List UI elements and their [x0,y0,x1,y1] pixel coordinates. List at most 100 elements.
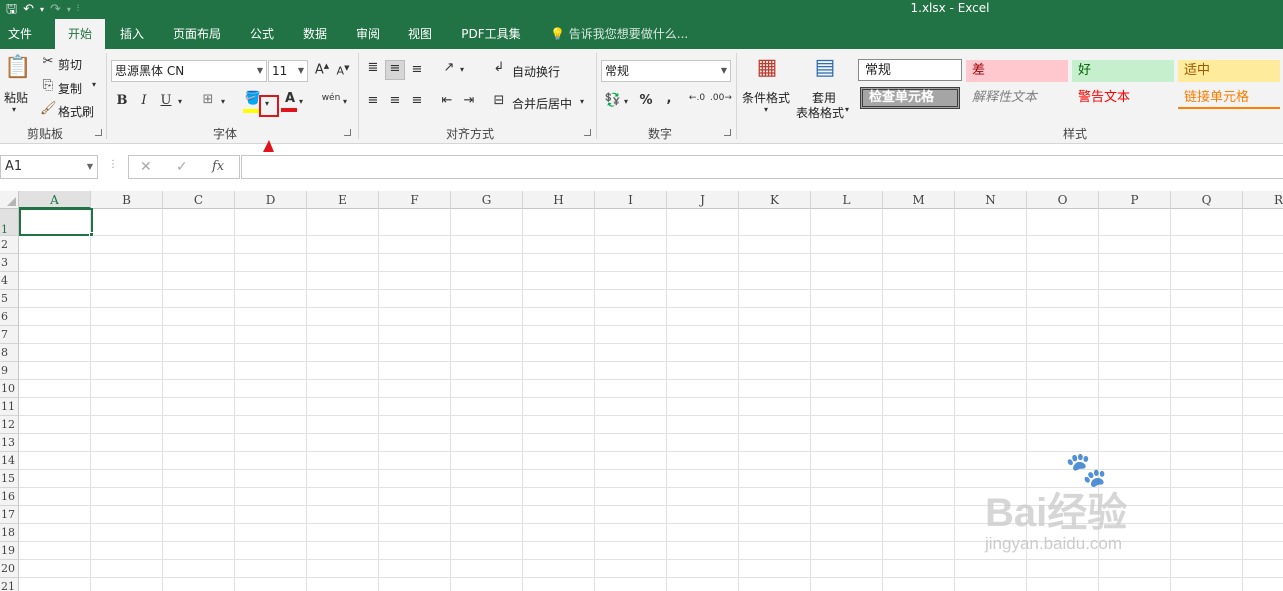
format-painter-button[interactable]: 格式刷 [58,103,94,120]
column-header[interactable]: A [19,191,91,209]
italic-button[interactable]: I [137,93,151,108]
tab-page-layout[interactable]: 页面布局 [166,19,228,49]
select-all-corner[interactable] [0,191,19,209]
row-header[interactable]: 17 [0,506,19,524]
redo-icon[interactable]: ↷ [50,0,61,19]
percent-button[interactable]: % [638,93,654,108]
column-header[interactable]: I [595,191,667,209]
copy-dropdown-icon[interactable]: ▾ [92,80,96,89]
align-middle-icon[interactable]: ≡ [385,60,405,80]
row-header[interactable]: 9 [0,362,19,380]
number-format-combo[interactable]: 常规 ▼ [601,60,731,82]
undo-icon[interactable]: ↶ [23,0,34,19]
paste-button[interactable]: 粘贴 [4,89,28,106]
row-header[interactable]: 16 [0,488,19,506]
orientation-icon[interactable]: ↗ [440,60,458,75]
currency-dropdown-icon[interactable]: ▾ [624,97,628,106]
increase-font-icon[interactable]: A▲ [314,62,330,77]
row-header[interactable]: 2 [0,236,19,254]
column-header[interactable]: M [883,191,955,209]
row-header[interactable]: 6 [0,308,19,326]
row-header[interactable]: 18 [0,524,19,542]
column-header[interactable]: L [811,191,883,209]
column-header[interactable]: F [379,191,451,209]
style-explanatory[interactable]: 解释性文本 [966,87,1068,109]
style-normal[interactable]: 常规 [858,59,962,81]
underline-button[interactable]: U [159,93,173,108]
column-header[interactable]: B [91,191,163,209]
phonetic-dropdown-icon[interactable]: ▾ [343,97,347,106]
clipboard-launcher-icon[interactable] [95,129,102,136]
row-header[interactable]: 13 [0,434,19,452]
align-bottom-icon[interactable]: ≡ [408,62,426,77]
font-name-combo[interactable]: 思源黑体 CN ▼ [111,60,267,82]
name-box[interactable]: A1 ▼ [0,155,98,179]
orientation-dropdown-icon[interactable]: ▾ [460,65,464,74]
bold-button[interactable]: B [115,93,129,108]
column-header[interactable]: H [523,191,595,209]
row-header[interactable]: 14 [0,452,19,470]
tab-formulas[interactable]: 公式 [240,19,284,49]
cancel-icon[interactable]: ✕ [140,159,152,175]
row-header[interactable]: 10 [0,380,19,398]
style-warning[interactable]: 警告文本 [1072,87,1174,109]
redo-dropdown-icon[interactable]: ▾ [67,0,71,19]
column-header[interactable]: Q [1171,191,1243,209]
style-linked-cell[interactable]: 链接单元格 [1178,87,1280,109]
merge-center-button[interactable]: 合并后居中 [512,95,572,112]
border-icon[interactable]: ⊞ [200,92,216,107]
column-header[interactable]: O [1027,191,1099,209]
border-dropdown-icon[interactable]: ▾ [221,97,225,106]
row-header[interactable]: 21 [0,578,19,591]
style-neutral[interactable]: 适中 [1178,60,1280,82]
tab-view[interactable]: 视图 [398,19,442,49]
column-header[interactable]: E [307,191,379,209]
paste-icon[interactable]: 📋 [4,55,31,85]
conditional-formatting-button[interactable]: 条件格式 [742,89,790,106]
row-header[interactable]: 20 [0,560,19,578]
row-header[interactable]: 8 [0,344,19,362]
tab-home[interactable]: 开始 [55,19,105,49]
row-header[interactable]: 11 [0,398,19,416]
comma-button[interactable]: , [662,91,676,106]
column-header[interactable]: R [1243,191,1283,209]
row-header[interactable]: 7 [0,326,19,344]
number-launcher-icon[interactable] [724,129,731,136]
alignment-launcher-icon[interactable] [584,129,591,136]
currency-icon[interactable]: 💱 [604,93,622,108]
tab-review[interactable]: 审阅 [346,19,390,49]
fill-handle[interactable] [89,232,94,237]
column-header[interactable]: C [163,191,235,209]
row-header[interactable]: 4 [0,272,19,290]
style-good[interactable]: 好 [1072,60,1174,82]
align-right-icon[interactable]: ≡ [408,93,426,108]
underline-dropdown-icon[interactable]: ▾ [178,97,182,106]
increase-decimal-icon[interactable]: ←.0 [688,93,706,103]
tab-insert[interactable]: 插入 [110,19,154,49]
font-size-combo[interactable]: 11 ▼ [268,60,308,82]
column-header[interactable]: P [1099,191,1171,209]
tab-file[interactable]: 文件 [0,19,40,49]
enter-icon[interactable]: ✓ [176,159,188,175]
column-header[interactable]: G [451,191,523,209]
font-color-icon[interactable]: A [283,91,297,106]
undo-dropdown-icon[interactable]: ▾ [40,0,44,19]
decrease-font-icon[interactable]: A▼ [335,64,351,78]
active-cell-a1[interactable] [19,208,93,236]
font-launcher-icon[interactable] [344,129,351,136]
copy-button[interactable]: 复制 [58,80,82,97]
column-header[interactable]: D [235,191,307,209]
row-header[interactable]: 3 [0,254,19,272]
table-dropdown-icon[interactable]: ▾ [845,105,849,114]
tab-pdf-tools[interactable]: PDF工具集 [455,19,527,49]
increase-indent-icon[interactable]: ⇥ [460,93,478,108]
formula-input[interactable] [241,155,1283,179]
tell-me-box[interactable]: 💡 告诉我您想要做什么... [550,19,688,49]
column-header[interactable]: N [955,191,1027,209]
decrease-indent-icon[interactable]: ⇤ [438,93,456,108]
row-header[interactable]: 1 [0,209,19,236]
cut-button[interactable]: 剪切 [58,56,82,73]
phonetic-guide-icon[interactable]: wén [320,93,342,103]
row-header[interactable]: 19 [0,542,19,560]
tab-data[interactable]: 数据 [293,19,337,49]
